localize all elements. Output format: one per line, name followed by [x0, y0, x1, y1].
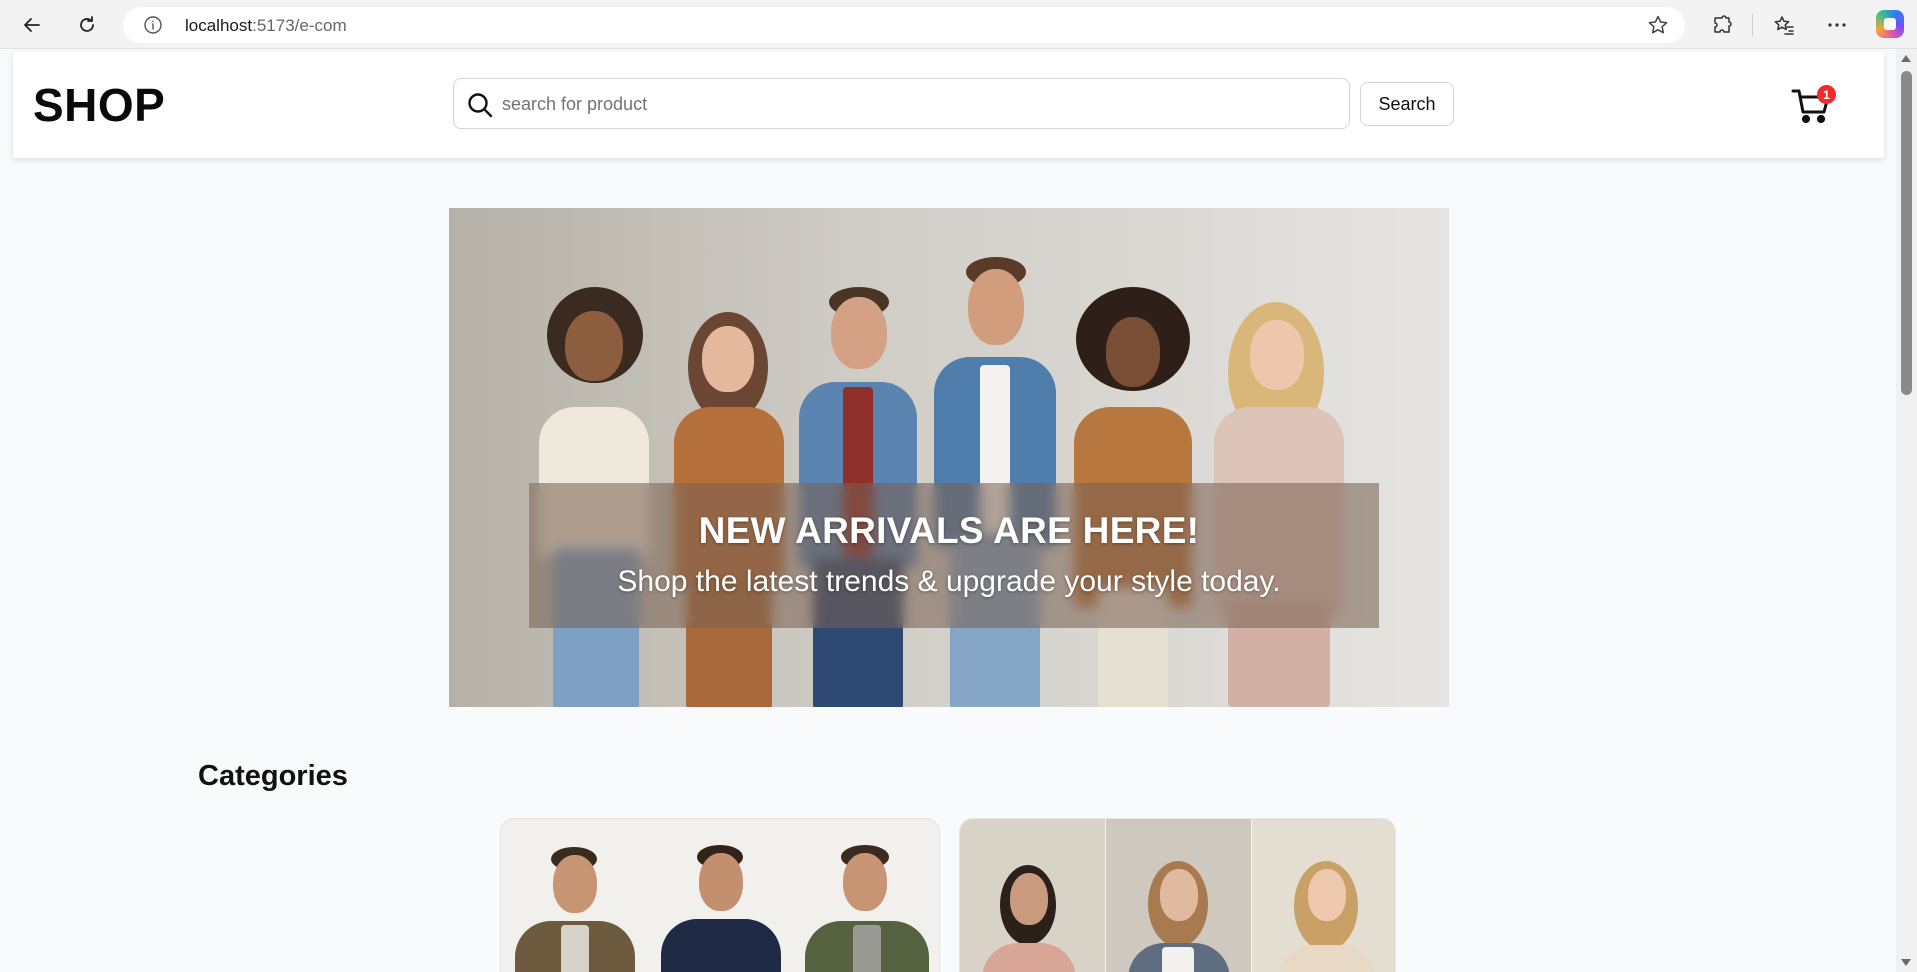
- extensions-button[interactable]: [1706, 9, 1738, 41]
- copilot-icon[interactable]: [1876, 10, 1904, 38]
- search-box[interactable]: [453, 78, 1350, 129]
- category-card-women[interactable]: [959, 818, 1396, 972]
- url-text[interactable]: localhost:5173/e-com: [185, 16, 347, 36]
- model-figure: [1124, 839, 1234, 972]
- women-photo-panel: [1106, 819, 1251, 972]
- page-content: SHOP Search 1: [0, 49, 1896, 972]
- more-button[interactable]: [1821, 9, 1853, 41]
- hero-subtitle: Shop the latest trends & upgrade your st…: [617, 565, 1281, 598]
- toolbar-divider: [1752, 14, 1753, 36]
- url-path: :5173/e-com: [252, 16, 347, 35]
- browser-toolbar: localhost:5173/e-com: [0, 0, 1917, 49]
- star-icon[interactable]: [1647, 14, 1669, 36]
- scroll-thumb[interactable]: [1901, 71, 1912, 395]
- women-photo-panel: [1252, 819, 1395, 972]
- favorites-button[interactable]: [1768, 9, 1800, 41]
- cart-count-badge: 1: [1817, 85, 1836, 104]
- search-input[interactable]: [502, 87, 1332, 121]
- model-figure: [515, 837, 635, 972]
- model-figure: [661, 837, 781, 972]
- model-figure: [934, 257, 1056, 707]
- shop-logo[interactable]: SHOP: [33, 78, 165, 132]
- women-photo-panel: [960, 819, 1105, 972]
- model-figure: [974, 839, 1084, 972]
- hero-text-backdrop: [529, 483, 1379, 628]
- hero-banner: NEW ARRIVALS ARE HERE! Shop the latest t…: [449, 208, 1449, 707]
- url-host: localhost: [185, 16, 253, 35]
- extensions-icon: [1714, 15, 1732, 33]
- info-icon[interactable]: [143, 15, 163, 35]
- reload-icon: [80, 16, 94, 32]
- search-icon: [468, 93, 493, 118]
- reload-button[interactable]: [71, 9, 103, 41]
- site-header: SHOP Search 1: [13, 52, 1884, 158]
- scroll-down-arrow-icon[interactable]: [1901, 959, 1911, 966]
- page-scrollbar[interactable]: [1896, 49, 1917, 972]
- category-card-men[interactable]: [500, 818, 940, 972]
- categories-heading: Categories: [198, 760, 348, 792]
- model-figure: [805, 837, 929, 972]
- cart-button[interactable]: 1: [1789, 82, 1839, 128]
- scroll-up-arrow-icon[interactable]: [1901, 55, 1911, 62]
- favorites-icon: [1774, 16, 1794, 35]
- back-icon: [24, 18, 40, 32]
- more-icon: [1828, 23, 1846, 27]
- address-bar[interactable]: localhost:5173/e-com: [123, 7, 1685, 43]
- back-button[interactable]: [16, 9, 48, 41]
- search-button[interactable]: Search: [1360, 82, 1454, 126]
- model-figure: [1272, 839, 1382, 972]
- hero-title: NEW ARRIVALS ARE HERE!: [698, 510, 1200, 551]
